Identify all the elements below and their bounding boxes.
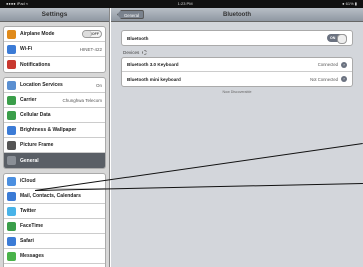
sidebar-item-brightness[interactable]: Brightness & Wallpaper (4, 123, 105, 138)
page-title: Bluetooth (223, 12, 251, 18)
picture-frame-icon (7, 140, 16, 150)
sidebar-item-value: HINET-422 (79, 46, 102, 52)
airplane-icon (7, 29, 16, 39)
carrier-icon (7, 95, 16, 105)
chevron-right-icon[interactable]: › (341, 61, 347, 68)
icloud-icon (7, 176, 16, 186)
brightness-icon (7, 125, 16, 135)
sidebar-item-label: Messages (20, 253, 44, 259)
device-name: Bluetooth mini keyboard (127, 76, 181, 82)
bluetooth-detail-pane: General Bluetooth Bluetooth ON Devices B… (111, 8, 363, 267)
discoverable-note: Now Discoverable (222, 90, 252, 94)
chevron-right-icon[interactable]: › (341, 76, 347, 82)
sidebar-item-notifications[interactable]: Notifications (4, 57, 105, 72)
sidebar-item-label: Location Services (20, 82, 63, 88)
sidebar-item-label: Picture Frame (20, 142, 54, 148)
bluetooth-row: Bluetooth ON (122, 31, 352, 45)
sidebar-item-label: Cellular Data (20, 112, 51, 118)
facetime-icon (7, 221, 16, 231)
general-icon (7, 156, 16, 165)
status-bar: ●●●● iPad ≈ 1:23 PM ● 61% ▮ (0, 0, 363, 8)
sidebar-group: Location Services On Carrier Chunghwa Telec… (3, 77, 106, 169)
sidebar-item-label: Carrier (20, 97, 37, 103)
sidebar-item-cellular[interactable]: Cellular Data (4, 108, 105, 123)
sidebar-item-facetime[interactable]: FaceTime (4, 219, 105, 234)
sidebar-title: Settings (0, 8, 109, 22)
bluetooth-group: Bluetooth ON (121, 30, 353, 46)
devices-group: Bluetooth 3.0 Keyboard Connected › Bluet… (121, 57, 353, 87)
sidebar-item-value: On (95, 82, 102, 88)
sidebar-item-messages[interactable]: Messages (4, 249, 105, 264)
notifications-icon (7, 60, 16, 69)
bluetooth-label: Bluetooth (127, 35, 149, 41)
clock: 1:23 PM (177, 1, 193, 6)
device-name: Bluetooth 3.0 Keyboard (127, 62, 179, 67)
location-icon (7, 80, 16, 90)
mail-icon (7, 191, 16, 201)
twitter-icon (7, 206, 16, 216)
messages-icon (7, 251, 16, 261)
sidebar-item-airplane[interactable]: Airplane Mode OFF (4, 27, 105, 42)
airplane-mode-toggle[interactable]: OFF (82, 30, 102, 38)
sidebar-item-label: General (20, 157, 39, 164)
sidebar-group: Airplane Mode OFF Wi-Fi HINET-422 Notificati… (3, 26, 106, 73)
sidebar-item-picture-frame[interactable]: Picture Frame (4, 138, 105, 153)
sidebar-item-general[interactable]: General (4, 153, 105, 168)
device-status: Not Connected (310, 76, 338, 82)
sidebar-item-safari[interactable]: Safari (4, 234, 105, 249)
sidebar-item-label: Twitter (20, 208, 37, 214)
settings-sidebar: Settings Airplane Mode OFF Wi-Fi HINET-422 N… (0, 8, 110, 267)
device-status: Connected (317, 62, 338, 67)
sidebar-item-label: Brightness & Wallpaper (20, 127, 77, 133)
cellular-icon (7, 110, 16, 120)
sidebar-item-label: Wi-Fi (20, 46, 33, 52)
bluetooth-toggle[interactable]: ON (327, 34, 347, 44)
sidebar-item-label: Mail, Contacts, Calendars (20, 193, 81, 199)
battery-indicator: ● 61% ▮ (342, 1, 357, 6)
sidebar-item-carrier[interactable]: Carrier Chunghwa Telecom (4, 93, 105, 108)
sidebar-item-value: Chunghwa Telecom (62, 97, 102, 103)
detail-navbar: General Bluetooth (111, 8, 363, 22)
device-row[interactable]: Bluetooth mini keyboard Not Connected › (122, 72, 352, 86)
sidebar-item-label: Safari (20, 238, 34, 244)
devices-label: Devices (123, 50, 140, 55)
searching-spinner-icon (142, 50, 148, 55)
safari-icon (7, 236, 16, 246)
device-row[interactable]: Bluetooth 3.0 Keyboard Connected › (122, 58, 352, 72)
sidebar-item-label: Airplane Mode (20, 31, 55, 37)
sidebar-item-twitter[interactable]: Twitter (4, 204, 105, 219)
sidebar-item-wifi[interactable]: Wi-Fi HINET-422 (4, 42, 105, 57)
wifi-icon (7, 44, 16, 54)
sidebar-item-location[interactable]: Location Services On (4, 78, 105, 93)
sidebar-item-label: FaceTime (20, 223, 43, 229)
sidebar-item-label: Notifications (20, 61, 51, 68)
carrier-signal: ●●●● iPad ≈ (6, 1, 29, 6)
sidebar-item-mail[interactable]: Mail, Contacts, Calendars (4, 189, 105, 204)
devices-section: Devices (123, 50, 351, 55)
